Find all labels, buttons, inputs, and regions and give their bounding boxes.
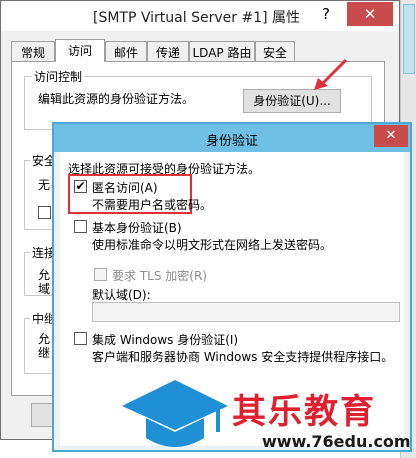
auth-dialog-title: 身份验证 (206, 134, 259, 149)
access-control-description: 编辑此资源的身份验证方法。 (38, 92, 195, 106)
tab-ldap-routing[interactable]: LDAP 路由 (189, 41, 255, 61)
close-button[interactable]: ✕ (347, 2, 393, 26)
authentication-button[interactable]: 身份验证(U)... (243, 89, 341, 113)
window-title: [SMTP Virtual Server #1] 属性 (93, 10, 300, 26)
anonymous-access-label[interactable]: 匿名访问(A) (92, 179, 158, 196)
windows-auth-checkbox[interactable] (74, 332, 87, 345)
access-control-label: 访问控制 (32, 68, 85, 85)
tab-security[interactable]: 安全 (255, 41, 295, 61)
anonymous-access-description: 不需要用户名或密码。 (92, 198, 213, 212)
relay-after-text: 继 (38, 346, 51, 360)
tab-access[interactable]: 访问 (55, 39, 105, 62)
windows-auth-label[interactable]: 集成 Windows 身份验证(I) (92, 331, 238, 348)
tab-general[interactable]: 常规 (11, 41, 55, 61)
watermark-url: www.76edu.com (262, 432, 411, 451)
secure-communication-text: 无 (38, 178, 51, 192)
auth-title-bar: 身份验证 ✕ (54, 124, 410, 152)
help-button[interactable]: ? (313, 3, 339, 25)
basic-auth-label[interactable]: 基本身份验证(B) (92, 219, 182, 236)
secure-checkbox[interactable] (38, 206, 51, 219)
windows-auth-description: 客户端和服务器协商 Windows 安全支持提供程序接口。 (92, 350, 394, 364)
red-arrow-annotation (314, 58, 348, 90)
background-window-fragment (403, 4, 415, 74)
watermark-brand: 其乐教育 (232, 392, 376, 432)
tab-delivery[interactable]: 传递 (147, 41, 189, 61)
default-domain-input[interactable] (92, 302, 400, 322)
tab-messages[interactable]: 邮件 (105, 41, 147, 61)
graduation-cap-logo-icon (122, 380, 228, 447)
properties-title-bar: [SMTP Virtual Server #1] 属性 ? ✕ (1, 1, 399, 31)
require-tls-label: 要求 TLS 加密(R) (112, 269, 207, 283)
basic-auth-checkbox[interactable] (74, 220, 87, 233)
connection-domain-text: 域 (38, 282, 51, 296)
require-tls-checkbox[interactable] (94, 268, 107, 281)
anonymous-access-checkbox[interactable]: ✔ (74, 180, 87, 193)
auth-close-button[interactable]: ✕ (374, 125, 408, 147)
basic-auth-description: 使用标准命令以明文形式在网络上发送密码。 (92, 238, 333, 252)
default-domain-label: 默认域(D): (92, 288, 151, 302)
